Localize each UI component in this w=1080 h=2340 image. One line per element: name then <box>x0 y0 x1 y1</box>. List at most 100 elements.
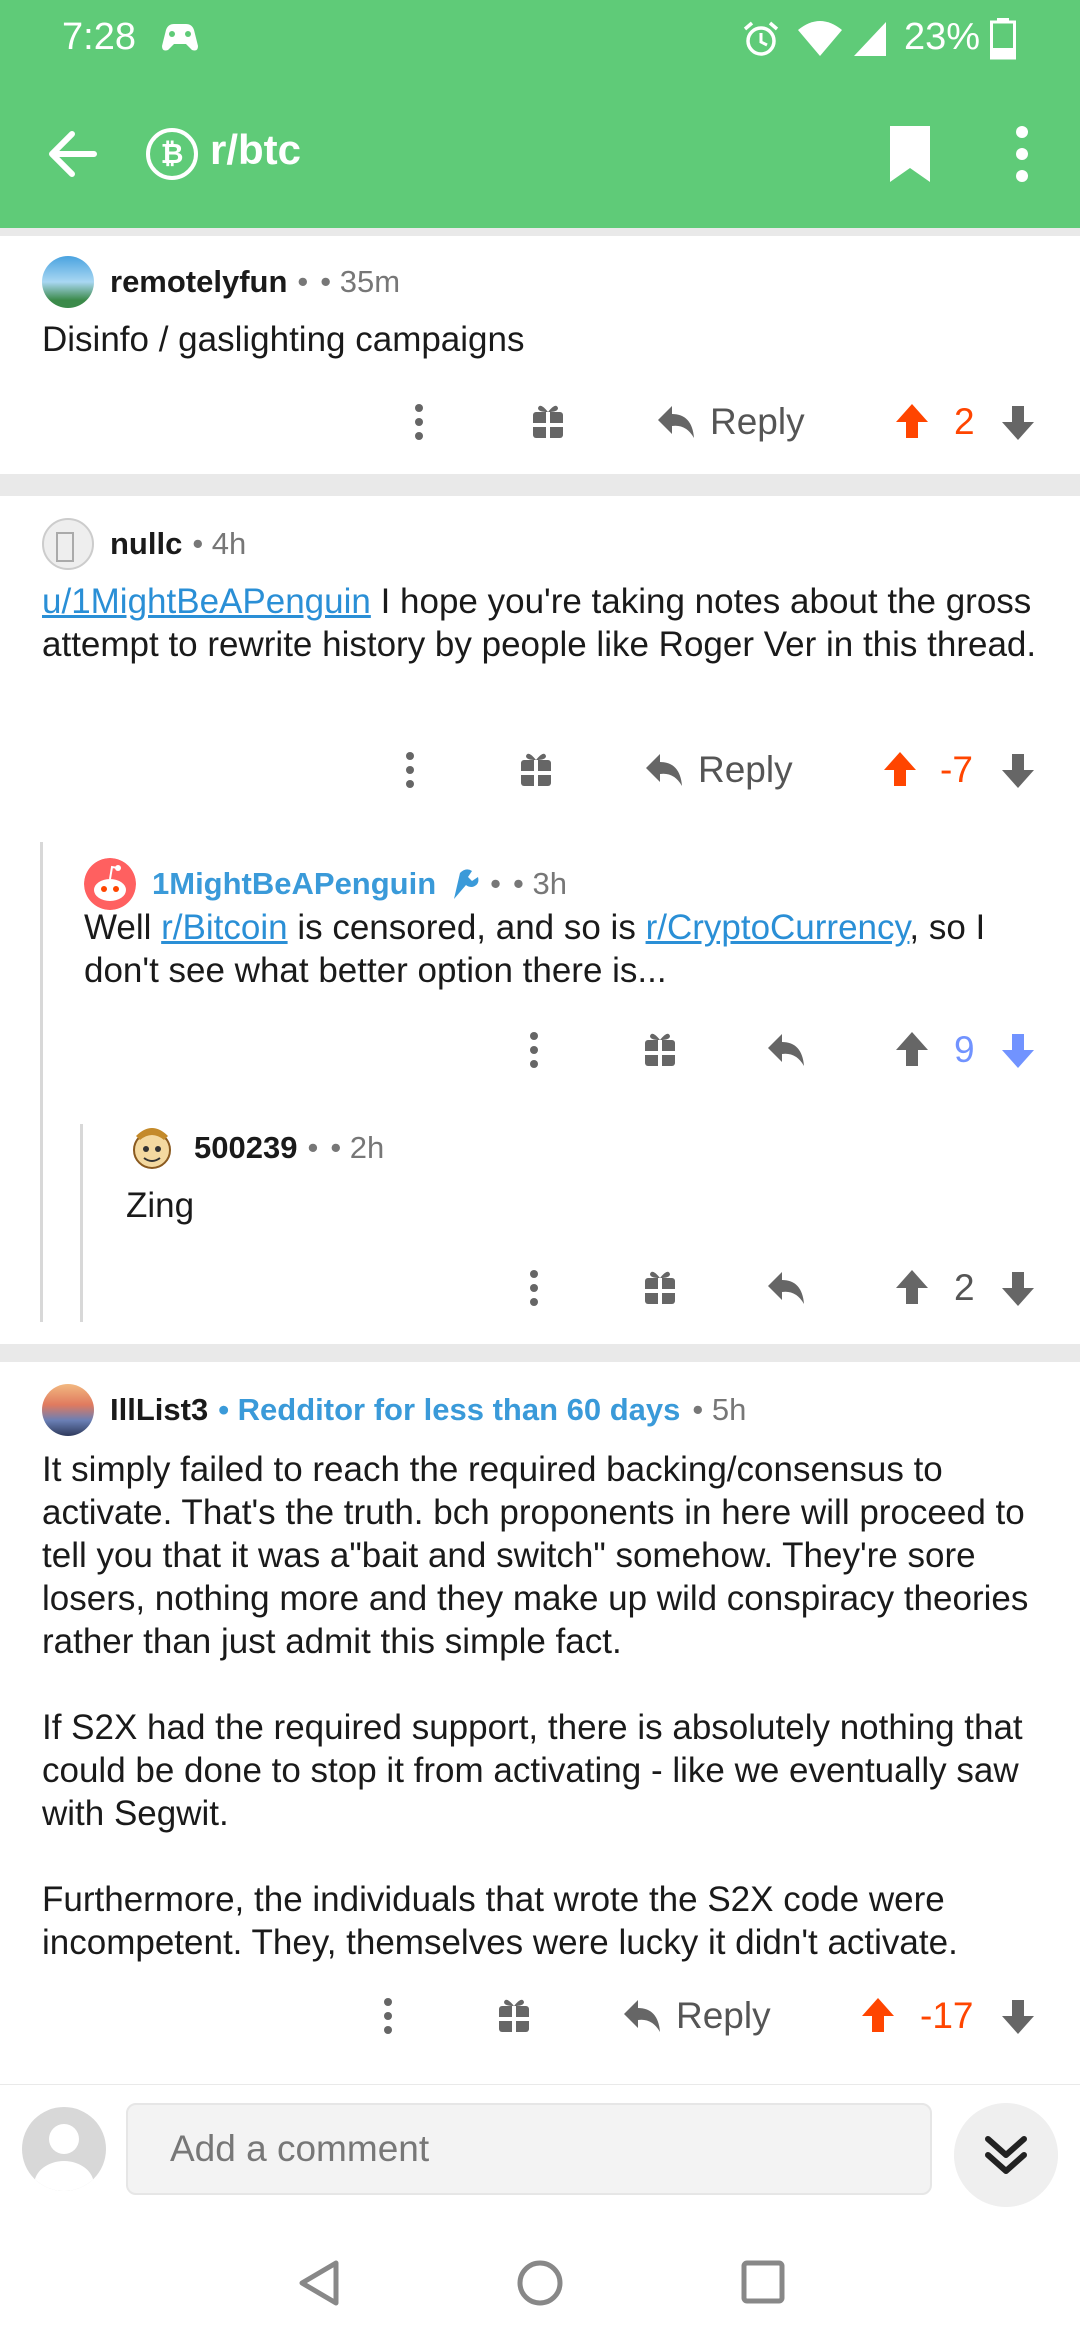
comment-composer: Add a comment <box>0 2085 1080 2215</box>
reply-label: Reply <box>676 1995 771 2036</box>
vote-score: -7 <box>940 749 973 790</box>
comment-author[interactable]: IllList3 <box>110 1392 208 1428</box>
subreddit-link[interactable]: r/CryptoCurrency <box>646 908 910 947</box>
kebab-menu-icon[interactable] <box>404 740 416 800</box>
upvote-icon[interactable] <box>882 740 918 800</box>
reply-icon <box>624 2000 660 2032</box>
comment-body: Disinfo / gaslighting campaigns <box>42 320 525 359</box>
comment-age: • 3h <box>513 866 567 901</box>
nav-home-icon[interactable] <box>516 2259 564 2307</box>
comment-paragraph: Furthermore, the individuals that wrote … <box>42 1880 958 1962</box>
battery-icon <box>990 18 1016 60</box>
comment-remotelyfun: remotelyfun • • 35m Disinfo / gaslightin… <box>0 236 1080 474</box>
upvote-icon[interactable] <box>894 392 930 452</box>
comment-body: u/1MightBeAPenguin I hope you're taking … <box>42 580 1038 666</box>
divider <box>0 1344 1080 1362</box>
status-bar: 7:28 23% <box>0 0 1080 80</box>
back-arrow-icon[interactable] <box>44 124 104 184</box>
comment-nullc: nullc • 4h u/1MightBeAPenguin I hope you… <box>0 496 1080 836</box>
downvote-icon[interactable] <box>1000 1020 1036 1080</box>
comment-500239: 500239 • • 2h Zing 2 <box>0 1096 1080 1336</box>
comment-paragraph: If S2X had the required support, there i… <box>42 1708 1023 1833</box>
reply-icon[interactable] <box>766 1258 806 1318</box>
alarm-icon <box>743 21 779 56</box>
comment-age: • 4h <box>192 526 247 561</box>
meta-separator: • <box>490 866 502 901</box>
comment-text: Well <box>84 908 162 947</box>
subreddit-title[interactable]: r/btc <box>210 126 301 174</box>
gift-award-icon[interactable] <box>644 1020 676 1080</box>
comment-paragraph: It simply failed to reach the required b… <box>42 1450 1029 1661</box>
vote-score: -17 <box>920 1995 974 2036</box>
comment-author[interactable]: nullc <box>110 526 182 562</box>
downvote-icon[interactable] <box>1000 1986 1036 2046</box>
user-flair: • Redditor for less than 60 days <box>218 1392 681 1427</box>
moderator-wrench-icon <box>450 869 479 899</box>
game-controller-icon <box>162 24 198 51</box>
downvote-icon[interactable] <box>1000 392 1036 452</box>
comment-author[interactable]: 500239 <box>194 1130 297 1166</box>
avatar[interactable] <box>42 256 94 308</box>
comment-1mightbeapenguin: 1MightBeAPenguin • • 3h Well r/Bitcoin i… <box>0 836 1080 1096</box>
battery-percent: 23% <box>903 16 980 58</box>
meta-separator: • <box>307 1130 319 1165</box>
signal-icon <box>854 22 886 56</box>
kebab-menu-icon[interactable] <box>528 1020 540 1080</box>
gift-award-icon[interactable] <box>520 740 552 800</box>
app-bar: ₿ r/btc <box>0 80 1080 228</box>
reply-button[interactable]: Reply <box>656 392 805 452</box>
system-nav-bar <box>0 2215 1080 2340</box>
comment-body: Zing <box>126 1186 195 1225</box>
subreddit-link[interactable]: r/Bitcoin <box>161 908 287 947</box>
wifi-icon <box>798 21 842 56</box>
user-icon <box>34 2124 94 2191</box>
avatar[interactable] <box>42 1384 94 1436</box>
upvote-icon[interactable] <box>860 1986 896 2046</box>
avatar[interactable] <box>84 858 136 910</box>
comment-author[interactable]: remotelyfun <box>110 264 287 300</box>
comment-age: • 35m <box>320 264 401 299</box>
nav-recents-icon[interactable] <box>740 2259 786 2305</box>
user-link[interactable]: u/1MightBeAPenguin <box>42 582 371 621</box>
gift-award-icon[interactable] <box>498 1986 530 2046</box>
kebab-menu-icon[interactable] <box>382 1986 394 2046</box>
add-comment-input[interactable]: Add a comment <box>126 2103 932 2195</box>
upvote-icon[interactable] <box>894 1020 930 1080</box>
reply-button[interactable]: Reply <box>622 1986 771 2046</box>
reply-icon[interactable] <box>766 1020 806 1080</box>
avatar[interactable] <box>126 1122 178 1174</box>
comment-age: • 2h <box>330 1130 385 1165</box>
reply-label: Reply <box>698 749 793 790</box>
bookmark-icon[interactable] <box>886 124 934 184</box>
status-time: 7:28 <box>62 16 136 58</box>
collapse-chevron-icon[interactable] <box>954 2103 1058 2207</box>
reply-label: Reply <box>710 401 805 442</box>
vote-score: 9 <box>954 1029 975 1070</box>
reply-icon <box>658 406 694 438</box>
divider <box>0 474 1080 496</box>
comment-illlist3: IllList3 • Redditor for less than 60 day… <box>0 1362 1080 2084</box>
divider <box>0 228 1080 236</box>
gift-award-icon[interactable] <box>644 1258 676 1318</box>
nav-back-icon[interactable] <box>296 2259 342 2307</box>
comment-body: Well r/Bitcoin is censored, and so is r/… <box>84 906 1044 992</box>
meta-separator: • <box>297 264 309 299</box>
upvote-icon[interactable] <box>894 1258 930 1318</box>
downvote-icon[interactable] <box>1000 1258 1036 1318</box>
vote-score: 2 <box>954 401 975 442</box>
reply-icon <box>646 754 682 786</box>
avatar[interactable] <box>42 518 94 570</box>
vote-score: 2 <box>954 1267 975 1308</box>
user-avatar[interactable] <box>22 2107 106 2191</box>
reply-button[interactable]: Reply <box>644 740 793 800</box>
comment-author[interactable]: 1MightBeAPenguin <box>152 866 436 902</box>
kebab-menu-icon[interactable] <box>528 1258 540 1318</box>
bitcoin-icon: ₿ <box>146 128 198 180</box>
kebab-menu-icon[interactable] <box>413 392 425 452</box>
downvote-icon[interactable] <box>1000 740 1036 800</box>
more-options-icon[interactable] <box>1012 124 1032 184</box>
comment-text: is censored, and so is <box>287 908 646 947</box>
comment-body: It simply failed to reach the required b… <box>42 1448 1062 1964</box>
comment-age: • 5h <box>692 1392 747 1427</box>
gift-award-icon[interactable] <box>532 392 564 452</box>
